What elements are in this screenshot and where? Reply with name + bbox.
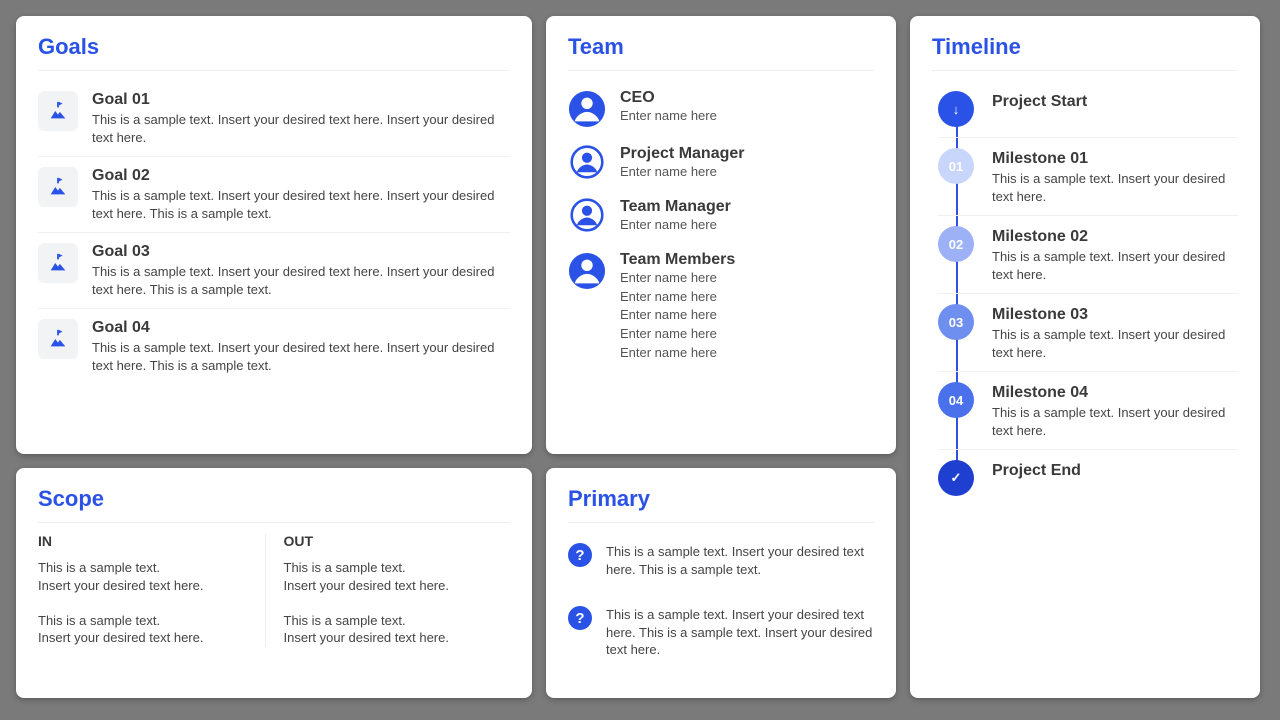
avatar-icon <box>568 251 606 291</box>
team-row: Team Members Enter name hereEnter name h… <box>568 243 874 371</box>
team-member-name: Enter name here <box>620 107 717 126</box>
goal-desc: This is a sample text. Insert your desir… <box>92 339 510 374</box>
timeline-dot: 01 <box>938 148 974 184</box>
team-row: Team Manager Enter name here <box>568 190 874 243</box>
timeline-item-desc: This is a sample text. Insert your desir… <box>992 248 1238 283</box>
timeline-row: 02 Milestone 02 This is a sample text. I… <box>938 216 1238 294</box>
timeline-dot-label: ✓ <box>951 470 962 486</box>
goal-row: Goal 02 This is a sample text. Insert yo… <box>38 157 510 233</box>
team-member-name: Enter name here <box>620 216 731 235</box>
goal-flag-icon <box>38 167 78 207</box>
timeline-item-title: Milestone 01 <box>992 150 1238 168</box>
scope-in-body: This is a sample text. Insert your desir… <box>38 559 247 647</box>
timeline-dot-label: ↓ <box>953 102 960 117</box>
question-icon: ? <box>568 606 592 630</box>
scope-card: Scope IN This is a sample text. Insert y… <box>16 468 532 698</box>
goals-title: Goals <box>38 34 510 71</box>
timeline-item-desc: This is a sample text. Insert your desir… <box>992 170 1238 205</box>
team-row: CEO Enter name here <box>568 81 874 137</box>
goal-flag-icon <box>38 319 78 359</box>
timeline-dot-label: 04 <box>949 393 963 408</box>
question-icon: ? <box>568 543 592 567</box>
goals-card: Goals Goal 01 This is a sample text. Ins… <box>16 16 532 454</box>
goal-row: Goal 04 This is a sample text. Insert yo… <box>38 309 510 384</box>
timeline-dot: ↓ <box>938 91 974 127</box>
goal-row: Goal 01 This is a sample text. Insert yo… <box>38 81 510 157</box>
team-role: Team Members <box>620 251 735 269</box>
scope-out-heading: OUT <box>284 533 493 549</box>
primary-desc: This is a sample text. Insert your desir… <box>606 606 874 659</box>
scope-title: Scope <box>38 486 510 523</box>
primary-desc: This is a sample text. Insert your desir… <box>606 543 874 578</box>
goal-title: Goal 02 <box>92 167 510 185</box>
timeline-item-desc: This is a sample text. Insert your desir… <box>992 326 1238 361</box>
timeline-item-title: Project End <box>992 462 1081 480</box>
timeline-item-title: Project Start <box>992 93 1087 111</box>
timeline-dot: 02 <box>938 226 974 262</box>
goal-flag-icon <box>38 91 78 131</box>
goal-title: Goal 01 <box>92 91 510 109</box>
team-member-name: Enter name here <box>620 344 735 363</box>
goal-desc: This is a sample text. Insert your desir… <box>92 111 510 146</box>
team-member-name: Enter name here <box>620 306 735 325</box>
avatar-icon <box>568 89 606 129</box>
primary-card: Primary ? This is a sample text. Insert … <box>546 468 896 698</box>
team-card: Team CEO Enter name here Project Manager… <box>546 16 896 454</box>
goal-flag-icon <box>38 243 78 283</box>
avatar-icon <box>568 198 606 232</box>
timeline-row: ↓ Project Start <box>938 81 1238 138</box>
timeline-title: Timeline <box>932 34 1238 71</box>
primary-row: ? This is a sample text. Insert your des… <box>568 533 874 596</box>
team-member-name: Enter name here <box>620 288 735 307</box>
team-member-name: Enter name here <box>620 325 735 344</box>
avatar-icon <box>568 145 606 179</box>
timeline-item-title: Milestone 02 <box>992 228 1238 246</box>
scope-out-body: This is a sample text. Insert your desir… <box>284 559 493 647</box>
timeline-dot: 03 <box>938 304 974 340</box>
team-role: Team Manager <box>620 198 731 216</box>
team-role: Project Manager <box>620 145 744 163</box>
timeline-row: 04 Milestone 04 This is a sample text. I… <box>938 372 1238 450</box>
timeline-dot-label: 02 <box>949 237 963 252</box>
goal-title: Goal 03 <box>92 243 510 261</box>
goal-desc: This is a sample text. Insert your desir… <box>92 187 510 222</box>
team-role: CEO <box>620 89 717 107</box>
timeline-row: 01 Milestone 01 This is a sample text. I… <box>938 138 1238 216</box>
scope-in-column: IN This is a sample text. Insert your de… <box>38 533 266 647</box>
primary-row: ? This is a sample text. Insert your des… <box>568 596 874 677</box>
team-row: Project Manager Enter name here <box>568 137 874 190</box>
goal-desc: This is a sample text. Insert your desir… <box>92 263 510 298</box>
timeline-card: Timeline ↓ Project Start 01 Milestone 01… <box>910 16 1260 698</box>
timeline-row: 03 Milestone 03 This is a sample text. I… <box>938 294 1238 372</box>
timeline-item-desc: This is a sample text. Insert your desir… <box>992 404 1238 439</box>
goal-title: Goal 04 <box>92 319 510 337</box>
timeline-dot: ✓ <box>938 460 974 496</box>
timeline-dot-label: 01 <box>949 159 963 174</box>
primary-title: Primary <box>568 486 874 523</box>
team-member-name: Enter name here <box>620 269 735 288</box>
timeline-item-title: Milestone 04 <box>992 384 1238 402</box>
team-member-name: Enter name here <box>620 163 744 182</box>
goal-row: Goal 03 This is a sample text. Insert yo… <box>38 233 510 309</box>
timeline-dot-label: 03 <box>949 315 963 330</box>
team-title: Team <box>568 34 874 71</box>
timeline-item-title: Milestone 03 <box>992 306 1238 324</box>
scope-in-heading: IN <box>38 533 247 549</box>
timeline-row: ✓ Project End <box>938 450 1238 506</box>
timeline-dot: 04 <box>938 382 974 418</box>
scope-out-column: OUT This is a sample text. Insert your d… <box>266 533 511 647</box>
